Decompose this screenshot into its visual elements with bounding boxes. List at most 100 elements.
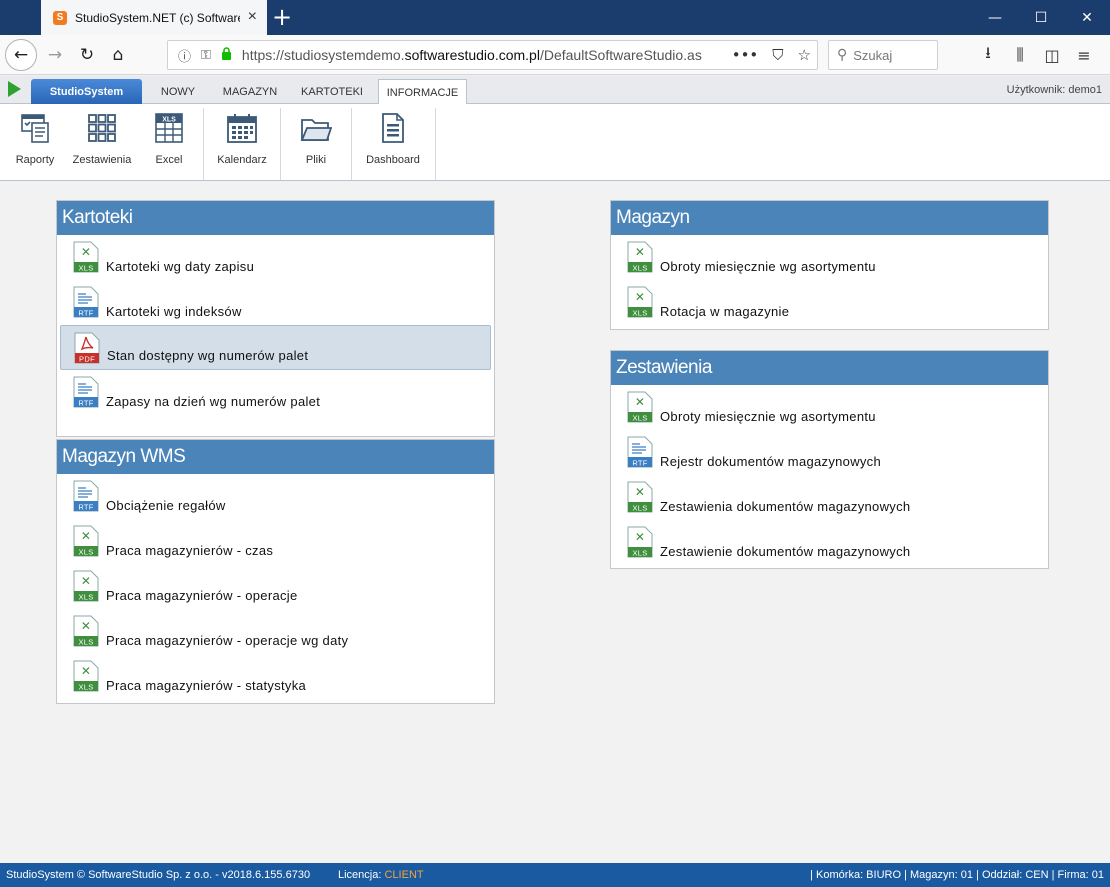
- svg-text:✕: ✕: [635, 485, 645, 499]
- info-icon[interactable]: ⓘ: [178, 46, 191, 65]
- window-close-button[interactable]: ✕: [1064, 0, 1110, 35]
- ribbon-separator: [203, 108, 204, 180]
- kalendarz-label: Kalendarz: [217, 154, 267, 166]
- report-item[interactable]: RTF Obciążenie regałów: [60, 474, 491, 519]
- copyright-text: StudioSystem © SoftwareStudio Sp. z o.o.…: [6, 869, 311, 881]
- report-item[interactable]: RTF Zapasy na dzień wg numerów palet: [60, 370, 491, 415]
- panel-zestawienia: Zestawienia ✕ XLS Obroty miesięcznie wg a…: [610, 350, 1049, 569]
- svg-text:PDF: PDF: [79, 355, 95, 364]
- rtf-file-icon: RTF: [73, 376, 99, 408]
- panel-kartoteki: Kartoteki ✕ XLS Kartoteki wg daty zapisu …: [56, 200, 495, 437]
- report-item[interactable]: RTF Kartoteki wg indeksów: [60, 280, 491, 325]
- search-input[interactable]: ⚲ Szukaj: [828, 40, 938, 70]
- panel-magazyn-wms: Magazyn WMS RTF Obciążenie regałów ✕ XLS …: [56, 439, 495, 704]
- forward-button[interactable]: →: [40, 40, 70, 70]
- more-actions-icon[interactable]: •••: [732, 46, 759, 64]
- tab-magazyn[interactable]: MAGAZYN: [214, 79, 286, 104]
- browser-tab[interactable]: S StudioSystem.NET (c) Software ×: [41, 0, 267, 35]
- library-icon[interactable]: ⫼: [1004, 40, 1036, 70]
- app-tab-bar: StudioSystem NOWY MAGAZYN KARTOTEKI INFO…: [0, 76, 1110, 105]
- report-item[interactable]: ✕ XLS Praca magazynierów - czas: [60, 519, 491, 564]
- report-icon: [21, 114, 49, 143]
- menu-icon[interactable]: ≡: [1068, 40, 1100, 70]
- report-item[interactable]: ✕ XLS Zestawienia dokumentów magazynowych: [614, 475, 1045, 520]
- rtf-file-icon: RTF: [73, 480, 99, 512]
- browser-navbar: ← → ↻ ⌂ ⓘ ⚿ https://studiosystemdemo.sof…: [0, 35, 1110, 75]
- license-value: CLIENT: [384, 869, 424, 881]
- report-item[interactable]: ✕ XLS Obroty miesięcznie wg asortymentu: [614, 235, 1045, 280]
- raporty-label: Raporty: [15, 154, 55, 166]
- sidebar-icon[interactable]: ◫: [1036, 40, 1068, 70]
- svg-text:RTF: RTF: [78, 503, 93, 512]
- report-label: Zestawienia dokumentów magazynowych: [660, 499, 911, 514]
- tab-title: StudioSystem.NET (c) Software: [75, 10, 240, 25]
- xls-file-icon: ✕ XLS: [627, 391, 653, 423]
- ribbon-separator: [351, 108, 352, 180]
- panel-magazyn: Magazyn ✕ XLS Obroty miesięcznie wg asort…: [610, 200, 1049, 330]
- kalendarz-button[interactable]: Kalendarz: [214, 112, 270, 178]
- xls-file-icon: ✕ XLS: [73, 241, 99, 273]
- key-icon: ⚿: [201, 47, 211, 63]
- report-item[interactable]: ✕ XLS Praca magazynierów - operacje: [60, 564, 491, 609]
- report-label: Praca magazynierów - statystyka: [106, 678, 307, 693]
- license-info: Licencja: CLIENT: [338, 869, 424, 881]
- tab-nowy[interactable]: NOWY: [148, 79, 208, 104]
- maximize-button[interactable]: ☐: [1018, 0, 1064, 35]
- tab-kartoteki[interactable]: KARTOTEKI: [295, 79, 369, 104]
- svg-text:XLS: XLS: [78, 593, 93, 602]
- tab-close-icon[interactable]: ×: [248, 9, 257, 25]
- svg-text:XLS: XLS: [78, 548, 93, 557]
- rtf-file-icon: RTF: [627, 436, 653, 468]
- svg-text:✕: ✕: [81, 664, 91, 678]
- report-item[interactable]: ✕ XLS Zestawienie dokumentów magazynowych: [614, 520, 1045, 565]
- ribbon-toolbar: Raporty Zestawienia XLS Excel Kalendarz …: [0, 104, 1110, 181]
- svg-text:✕: ✕: [81, 245, 91, 259]
- zestawienia-button[interactable]: Zestawienia: [70, 112, 134, 178]
- report-item[interactable]: ✕ XLS Kartoteki wg daty zapisu: [60, 235, 491, 280]
- download-icon[interactable]: ⭳: [972, 40, 1004, 70]
- report-label: Stan dostępny wg numerów palet: [107, 348, 309, 363]
- report-item[interactable]: ✕ XLS Obroty miesięcznie wg asortymentu: [614, 385, 1045, 430]
- tab-informacje[interactable]: INFORMACJE: [378, 79, 467, 105]
- url-text[interactable]: https://studiosystemdemo.softwarestudio.…: [242, 47, 702, 63]
- xls-file-icon: ✕ XLS: [73, 615, 99, 647]
- context-info: | Komórka: BIURO | Magazyn: 01 | Oddział…: [810, 869, 1104, 881]
- home-button[interactable]: ⌂: [103, 40, 133, 70]
- ribbon-separator: [435, 108, 436, 180]
- back-button[interactable]: ←: [5, 39, 37, 71]
- svg-text:XLS: XLS: [632, 549, 647, 558]
- svg-text:XLS: XLS: [632, 504, 647, 513]
- report-item-selected[interactable]: PDF Stan dostępny wg numerów palet: [60, 325, 491, 370]
- report-item[interactable]: ✕ XLS Praca magazynierów - operacje wg da…: [60, 609, 491, 654]
- xls-file-icon: ✕ XLS: [627, 481, 653, 513]
- browser-titlebar: S StudioSystem.NET (c) Software × + — ☐ …: [0, 0, 1110, 35]
- reload-button[interactable]: ↻: [72, 40, 102, 70]
- svg-text:RTF: RTF: [78, 309, 93, 318]
- folder-icon: [300, 119, 332, 141]
- svg-text:XLS: XLS: [632, 414, 647, 423]
- panel-title: Kartoteki: [57, 201, 494, 235]
- report-label: Obroty miesięcznie wg asortymentu: [660, 409, 876, 424]
- tab-studiosystem[interactable]: StudioSystem: [31, 79, 142, 104]
- report-item[interactable]: RTF Rejestr dokumentów magazynowych: [614, 430, 1045, 475]
- url-bar[interactable]: ⓘ ⚿ https://studiosystemdemo.softwarestu…: [167, 40, 818, 70]
- report-label: Zestawienie dokumentów magazynowych: [660, 544, 911, 559]
- pdf-file-icon: PDF: [74, 332, 100, 364]
- pocket-icon[interactable]: ⛉: [772, 46, 783, 64]
- ribbon-separator: [280, 108, 281, 180]
- report-item[interactable]: ✕ XLS Rotacja w magazynie: [614, 280, 1045, 325]
- new-tab-button[interactable]: +: [272, 3, 292, 31]
- bookmark-star-icon[interactable]: ☆: [798, 46, 811, 64]
- dashboard-button[interactable]: Dashboard: [362, 112, 424, 178]
- xls-file-icon: ✕ XLS: [73, 525, 99, 557]
- report-item[interactable]: ✕ XLS Praca magazynierów - statystyka: [60, 654, 491, 699]
- pliki-button[interactable]: Pliki: [296, 112, 336, 178]
- report-label: Zapasy na dzień wg numerów palet: [106, 394, 321, 409]
- report-label: Praca magazynierów - operacje: [106, 588, 298, 603]
- excel-button[interactable]: XLS Excel: [150, 112, 188, 178]
- report-label: Rejestr dokumentów magazynowych: [660, 454, 882, 469]
- raporty-button[interactable]: Raporty: [12, 112, 58, 178]
- xls-file-icon: ✕ XLS: [627, 241, 653, 273]
- play-icon[interactable]: [8, 81, 21, 97]
- minimize-button[interactable]: —: [972, 0, 1018, 35]
